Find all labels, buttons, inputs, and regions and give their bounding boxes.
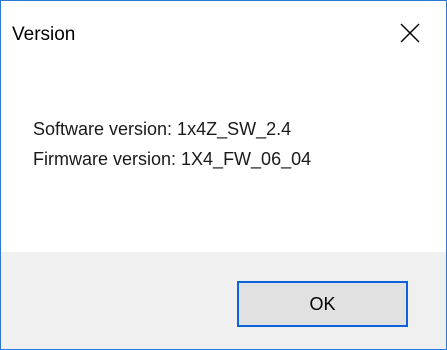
dialog-title: Version [12,24,76,45]
dialog-footer: OK [1,252,446,349]
ok-button[interactable]: OK [237,281,408,327]
firmware-version-text: Firmware version: 1X4_FW_06_04 [33,149,312,169]
close-icon [400,23,420,43]
close-button[interactable] [384,1,446,63]
software-version-text: Software version: 1x4Z_SW_2.4 [33,119,292,139]
title-bar: Version [1,1,446,63]
dialog-content: Software version: 1x4Z_SW_2.4 Firmware v… [1,63,446,252]
version-dialog: Version Software version: 1x4Z_SW_2.4 Fi… [0,0,447,350]
